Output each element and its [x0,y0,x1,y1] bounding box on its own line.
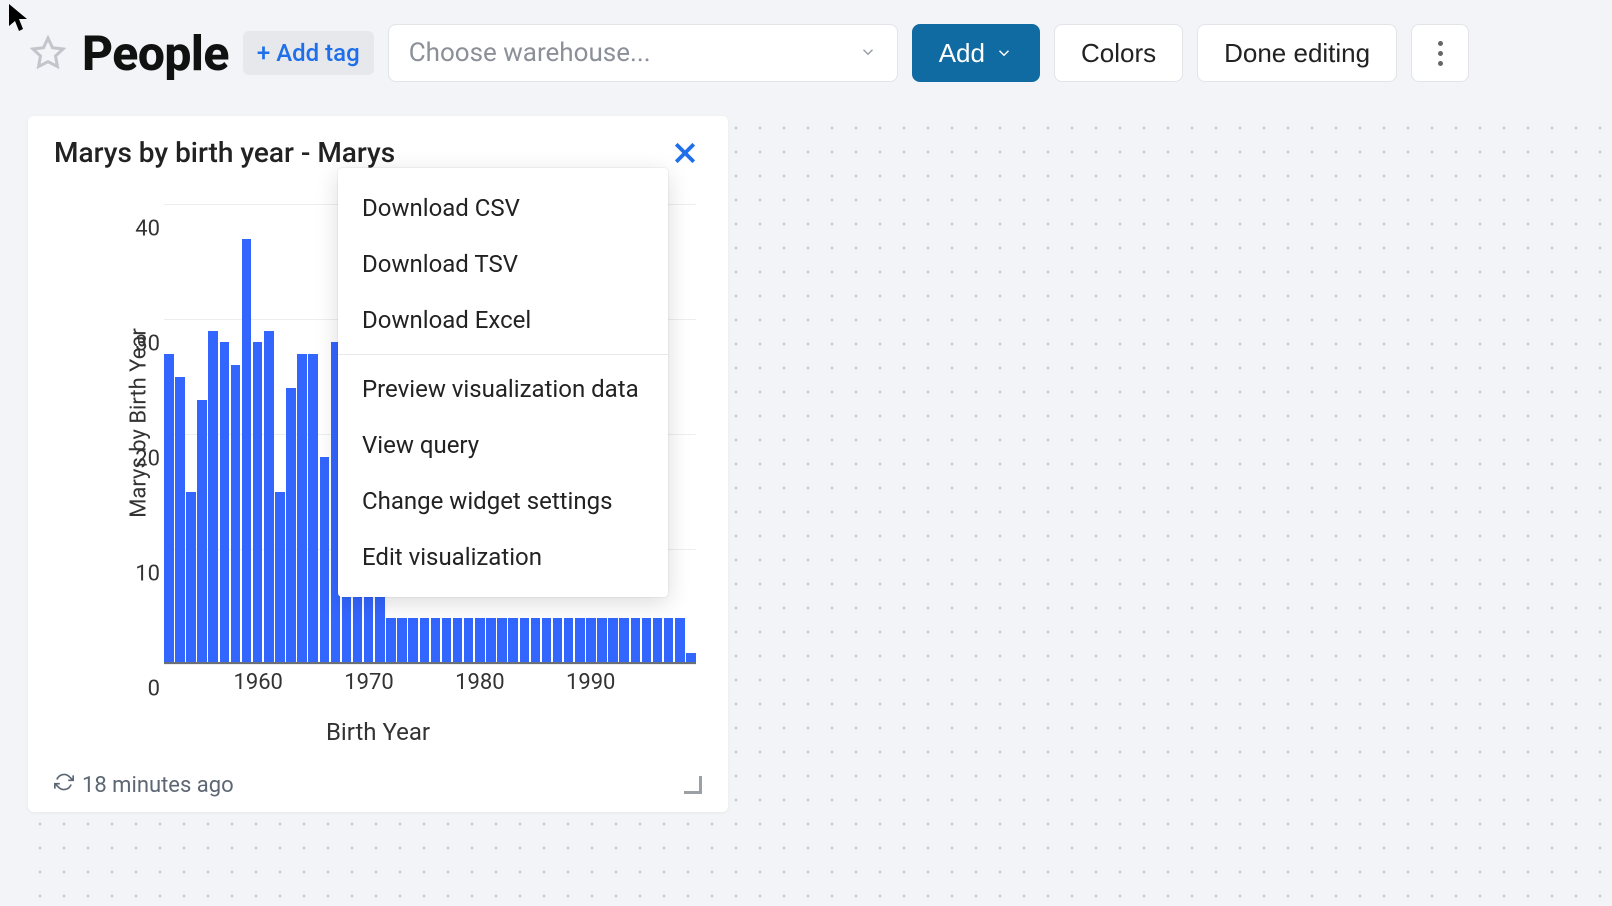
y-tick: 0 [114,677,160,702]
bar[interactable] [642,618,652,664]
bar[interactable] [208,331,218,665]
x-axis-ticks: 1960 1970 1980 1990 [164,670,696,700]
bar[interactable] [520,618,530,664]
bar[interactable] [164,354,174,665]
bar[interactable] [397,618,407,664]
refresh-timestamp[interactable]: 18 minutes ago [54,772,234,798]
bar[interactable] [664,618,674,664]
done-editing-label: Done editing [1224,38,1370,69]
favorite-star-button[interactable] [28,33,68,73]
menu-preview-data[interactable]: Preview visualization data [338,361,668,417]
bar[interactable] [619,618,629,664]
warehouse-placeholder: Choose warehouse... [409,38,651,68]
x-tick: 1990 [566,670,615,695]
bar[interactable] [508,618,518,664]
bar[interactable] [453,618,463,664]
close-icon[interactable] [668,136,702,174]
menu-edit-visualization[interactable]: Edit visualization [338,529,668,585]
menu-change-settings[interactable]: Change widget settings [338,473,668,529]
menu-view-query[interactable]: View query [338,417,668,473]
menu-download-csv[interactable]: Download CSV [338,180,668,236]
bar[interactable] [253,342,263,664]
bar[interactable] [564,618,574,664]
bar[interactable] [308,354,318,665]
bar[interactable] [286,388,296,664]
warehouse-select[interactable]: Choose warehouse... [388,24,898,82]
bar[interactable] [420,618,430,664]
bar[interactable] [464,618,474,664]
resize-handle[interactable] [684,776,702,794]
bar[interactable] [497,618,507,664]
card-title: Marys by birth year - Marys [54,136,395,169]
bar[interactable] [220,342,230,664]
menu-separator [338,354,668,355]
bar[interactable] [531,618,541,664]
bar[interactable] [653,618,663,664]
y-tick: 20 [114,447,160,472]
y-axis-ticks: 010203040 [114,204,160,664]
bar[interactable] [542,618,552,664]
widget-card: Marys by birth year - Marys Marys by Bir… [28,116,728,812]
page-title: People [82,25,229,82]
bar[interactable] [231,365,241,664]
bar[interactable] [275,492,285,665]
bar[interactable] [608,618,618,664]
header-bar: People + Add tag Choose warehouse... Add… [0,0,1612,106]
add-button-label: Add [939,38,985,69]
y-tick: 30 [114,332,160,357]
colors-button-label: Colors [1081,38,1156,69]
add-button[interactable]: Add [912,24,1040,82]
bar[interactable] [486,618,496,664]
bar[interactable] [197,400,207,665]
y-tick: 10 [114,562,160,587]
menu-download-excel[interactable]: Download Excel [338,292,668,348]
bar[interactable] [264,331,274,665]
menu-download-tsv[interactable]: Download TSV [338,236,668,292]
add-tag-button[interactable]: + Add tag [243,31,374,75]
y-tick: 40 [114,217,160,242]
bar[interactable] [431,618,441,664]
bar[interactable] [597,618,607,664]
refresh-text: 18 minutes ago [82,773,234,798]
bar[interactable] [386,618,396,664]
chevron-down-icon [859,38,877,68]
done-editing-button[interactable]: Done editing [1197,24,1397,82]
overflow-menu-button[interactable] [1411,24,1469,82]
dashboard-canvas: Marys by birth year - Marys Marys by Bir… [28,116,1612,906]
bar[interactable] [175,377,185,665]
add-tag-label: Add tag [276,39,359,67]
bar[interactable] [320,457,330,664]
x-tick: 1970 [344,670,393,695]
bar[interactable] [575,618,585,664]
chevron-down-icon [995,38,1013,69]
bar[interactable] [442,618,452,664]
bar[interactable] [297,354,307,665]
x-axis-label: Birth Year [326,718,430,746]
widget-context-menu: Download CSV Download TSV Download Excel… [338,168,668,597]
bar[interactable] [553,618,563,664]
bar[interactable] [186,492,196,665]
bar[interactable] [408,618,418,664]
bar[interactable] [586,618,596,664]
colors-button[interactable]: Colors [1054,24,1183,82]
kebab-icon [1438,41,1443,66]
bar[interactable] [242,239,252,665]
x-tick: 1960 [233,670,282,695]
bar[interactable] [675,618,685,664]
bar[interactable] [631,618,641,664]
plus-icon: + [257,41,270,65]
refresh-icon [54,772,74,798]
x-tick: 1980 [455,670,504,695]
bar[interactable] [475,618,485,664]
